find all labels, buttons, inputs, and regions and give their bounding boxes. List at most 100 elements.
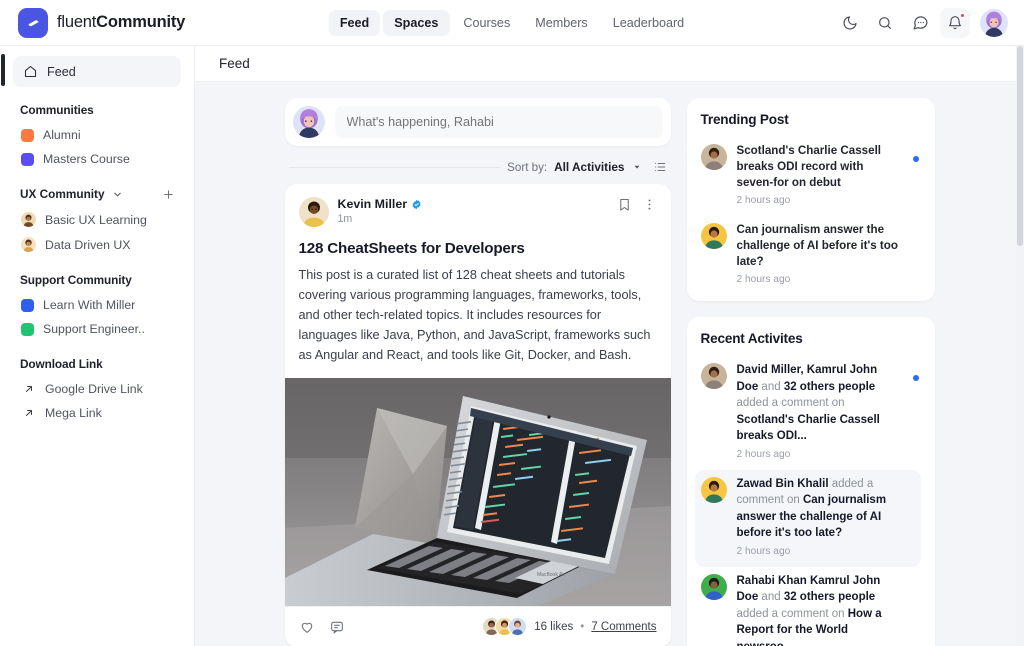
sidebar-scrollbar[interactable] [1, 54, 5, 86]
app-root: fluentCommunity Feed Spaces Courses Memb… [0, 0, 1024, 646]
bell-icon[interactable] [940, 7, 970, 38]
chevron-down-icon[interactable] [632, 162, 642, 172]
activity-list-item[interactable]: Rahabi Khan Kamrul John Doe and 32 other… [700, 567, 921, 646]
avatar [700, 476, 727, 503]
sidebar-item-label: Feed [47, 64, 76, 79]
page-header: Feed [195, 46, 1024, 82]
post-composer[interactable] [284, 98, 671, 146]
post-footer: 16 likes • 7 Comments [284, 606, 671, 646]
unread-dot [912, 375, 919, 381]
trending-item-title: Can journalism answer the challenge of A… [736, 223, 898, 268]
sidebar-item-masters-course[interactable]: Masters Course [13, 147, 181, 171]
nav-item-members[interactable]: Members [524, 10, 598, 36]
sidebar-item-feed[interactable]: Feed [13, 56, 181, 87]
activity-middle: and [758, 380, 784, 393]
activity-item-text: Zawad Bin Khalil added a comment on Can … [737, 476, 901, 542]
heart-icon[interactable] [299, 619, 315, 635]
main-nav: Feed Spaces Courses Members Leaderboard [328, 9, 695, 36]
post-header-actions [617, 197, 657, 212]
sidebar-item-support-engineer[interactable]: Support Engineer.. [13, 317, 181, 341]
avatar [21, 237, 36, 252]
sort-bar: Sort by: All Activities [288, 160, 667, 174]
sidebar-item-alumni[interactable]: Alumni [13, 123, 181, 147]
feed-column: Sort by: All Activities [284, 98, 671, 646]
more-vertical-icon[interactable] [642, 197, 657, 212]
nav-item-spaces[interactable]: Spaces [383, 9, 450, 36]
activity-middle: and [758, 591, 784, 603]
activity-item-body: Rahabi Khan Kamrul John Doe and 32 other… [737, 573, 915, 646]
activity-action: added a comment on [736, 607, 848, 620]
chevron-down-icon[interactable] [112, 189, 123, 200]
activity-list-item[interactable]: David Miller, Kamrul John Doe and 32 oth… [700, 356, 921, 470]
topbar-actions [835, 7, 1008, 38]
search-input[interactable] [334, 106, 663, 138]
sidebar-section-download-link: Download Link Google Drive Link Mega Lin… [13, 357, 181, 425]
sidebar-item-basic-ux-learning[interactable]: Basic UX Learning [13, 207, 181, 232]
color-swatch-icon [21, 322, 34, 336]
sidebar-section-header[interactable]: UX Community [20, 187, 181, 201]
sort-by-label: Sort by: [507, 160, 548, 174]
nav-item-leaderboard[interactable]: Leaderboard [602, 10, 695, 36]
panel-title: Trending Post [700, 112, 789, 127]
avatar[interactable] [298, 197, 329, 227]
page-scrollbar[interactable] [1016, 46, 1024, 646]
sort-by-value[interactable]: All Activities [554, 160, 624, 174]
divider [288, 166, 501, 168]
post-author-name[interactable]: Kevin Miller [338, 197, 408, 211]
trending-item-body: Scotland's Charlie Cassell breaks ODI re… [737, 143, 915, 206]
avatar[interactable] [980, 8, 1008, 37]
sidebar-item-mega-link[interactable]: Mega Link [13, 401, 181, 425]
trending-list-item[interactable]: Scotland's Charlie Cassell breaks ODI re… [700, 137, 921, 216]
separator: • [580, 620, 585, 633]
brand-logo-area[interactable]: fluentCommunity [18, 7, 185, 38]
color-swatch-icon [21, 152, 34, 166]
page-title: Feed [219, 56, 250, 71]
svg-text:MacBook Air: MacBook Air [537, 572, 565, 578]
post-engagement: 16 likes • 7 Comments [482, 617, 657, 636]
avatar [700, 144, 727, 170]
plus-icon[interactable] [162, 188, 175, 201]
post-title: 128 CheatSheets for Developers [298, 240, 525, 257]
sidebar-item-data-driven-ux[interactable]: Data Driven UX [13, 232, 181, 257]
sidebar-section-title: Communities [20, 103, 94, 117]
search-icon[interactable] [870, 8, 900, 38]
sidebar-item-label: Basic UX Learning [45, 212, 147, 227]
moon-icon[interactable] [835, 8, 865, 38]
bookmark-icon[interactable] [617, 197, 632, 212]
post-card: Kevin Miller 1m 128 CheatSheets for Deve… [284, 184, 671, 646]
sidebar-section-title: Support Community [20, 273, 132, 287]
trending-post-panel: Trending Post Scotland's Charlie Cassell… [686, 98, 935, 301]
avatar [292, 106, 325, 138]
nav-item-courses[interactable]: Courses [452, 10, 521, 36]
sidebar-section-title: Download Link [20, 357, 103, 371]
color-swatch-icon [21, 298, 34, 312]
trending-list-item[interactable]: Can journalism answer the challenge of A… [700, 216, 921, 295]
trending-item-time: 2 hours ago [736, 195, 791, 206]
post-body-text: This post is a curated list of 128 cheat… [298, 268, 651, 362]
trending-item-body: Can journalism answer the challenge of A… [737, 222, 915, 285]
avatar [700, 363, 727, 389]
nav-item-feed[interactable]: Feed [328, 9, 381, 36]
page-scrollbar-thumb[interactable] [1017, 46, 1023, 246]
activity-item-body: Zawad Bin Khalil added a comment on Can … [737, 476, 915, 557]
sidebar-item-google-drive-link[interactable]: Google Drive Link [13, 377, 181, 401]
activity-names: Zawad Bin Khalil [736, 477, 829, 490]
sidebar-section-ux-community: UX Community Basic UX Learning Data Driv… [13, 187, 181, 257]
comment-icon[interactable] [329, 619, 345, 635]
sidebar-item-label: Data Driven UX [45, 237, 131, 252]
post-image[interactable]: MacBook Air [284, 378, 671, 606]
comment-count-link[interactable]: 7 Comments [591, 621, 656, 633]
verified-badge-icon [411, 199, 422, 210]
sidebar-item-learn-with-miller[interactable]: Learn With Miller [13, 293, 181, 317]
chat-bubble-icon[interactable] [905, 8, 935, 38]
main-area: Feed What's happening, Rahabi Sort by: A… [195, 46, 1024, 646]
activity-item-time: 2 hours ago [736, 448, 791, 460]
post-author-block: Kevin Miller 1m [338, 197, 423, 225]
top-navigation-bar: fluentCommunity Feed Spaces Courses Memb… [0, 0, 1024, 46]
list-layout-icon[interactable] [653, 160, 667, 174]
content-columns: Sort by: All Activities [195, 82, 1024, 646]
avatar [700, 223, 727, 249]
activity-list-item[interactable]: Zawad Bin Khalil added a comment on Can … [694, 469, 921, 567]
external-link-arrow-icon [21, 407, 36, 419]
fluent-logo-icon [18, 7, 48, 38]
